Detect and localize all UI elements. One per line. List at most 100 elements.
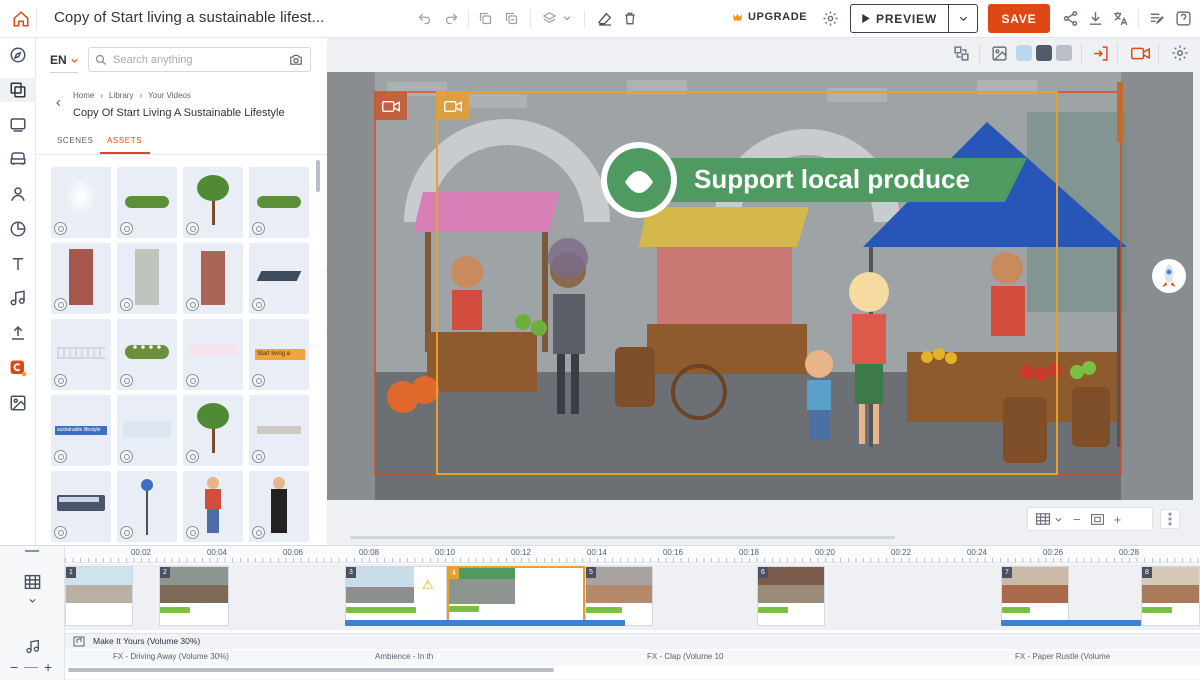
zoom-icon[interactable] [120,526,133,539]
asset-text-sustainable[interactable]: sustainable lifestyle [51,395,111,466]
asset-blue-panel[interactable] [117,395,177,466]
asset-building-gray[interactable] [117,243,177,314]
camera-icon[interactable] [444,100,462,113]
asset-pink-panel[interactable] [183,319,243,390]
zoom-icon[interactable] [252,298,265,311]
save-button[interactable]: SAVE [988,4,1050,33]
camera-icon[interactable] [289,53,303,66]
image-icon[interactable] [9,394,27,412]
timeline-ruler[interactable]: 00:02 00:04 00:06 00:08 00:10 00:12 00:1… [65,546,1200,563]
redo-icon[interactable] [444,11,459,26]
translate-icon[interactable] [1112,10,1129,27]
asset-flowers[interactable] [117,319,177,390]
warning-icon[interactable]: ⚠ [422,577,434,593]
zoom-in-icon[interactable]: + [1114,512,1122,527]
sfx-clip[interactable]: FX - Driving Away (Volume 30%) [113,652,353,661]
zoom-icon[interactable] [186,374,199,387]
zoom-icon[interactable] [186,526,199,539]
scene-clip[interactable]: 1 [65,566,133,626]
asset-tree[interactable] [183,167,243,238]
breadcrumb-home[interactable]: Home [73,91,94,100]
grid-icon[interactable] [1036,513,1050,525]
scenes-icon[interactable] [9,116,27,134]
camera-icon[interactable] [1131,46,1150,61]
project-title[interactable]: Copy of Start living a sustainable lifes… [54,9,324,26]
asset-character-boy[interactable] [183,471,243,542]
asset-bus-stop-sign[interactable] [117,471,177,542]
zoom-icon[interactable] [120,298,133,311]
sfx-clip[interactable]: FX - Paper Rustle (Volume [1015,652,1125,661]
zoom-icon[interactable] [252,222,265,235]
rocket-icon[interactable] [1151,258,1187,294]
undo-icon[interactable] [417,11,432,26]
chevron-down-icon[interactable] [1054,515,1063,524]
zoom-icon[interactable] [54,374,67,387]
zoom-icon[interactable] [252,450,265,463]
arrange-icon[interactable] [953,45,970,62]
breadcrumb-your-videos[interactable]: Your Videos [148,91,191,100]
zoom-icon[interactable] [54,450,67,463]
stage-horizontal-scrollbar[interactable] [350,536,895,539]
breadcrumb-library[interactable]: Library [109,91,133,100]
character-icon[interactable] [9,185,27,203]
zoom-icon[interactable] [54,298,67,311]
music-icon[interactable] [9,289,27,307]
sfx-clip[interactable]: Ambience - In th [375,652,455,661]
asset-character-woman[interactable] [249,471,309,542]
fit-screen-icon[interactable] [1090,513,1104,525]
background-image-icon[interactable] [991,45,1008,62]
compass-icon[interactable] [9,46,27,64]
color-swatch-dark-gray[interactable] [1036,45,1052,61]
scene-heading-text[interactable]: Support local produce [694,164,970,195]
asset-bush[interactable] [117,167,177,238]
zoom-icon[interactable] [252,526,265,539]
language-selector[interactable]: EN [50,53,79,67]
assets-icon[interactable] [9,81,27,99]
scene-clip[interactable]: 3 ⚠ [345,566,447,626]
color-swatch-light-blue[interactable] [1016,45,1032,61]
chart-icon[interactable] [9,220,27,238]
color-swatch-light-gray[interactable] [1056,45,1072,61]
chevron-down-icon[interactable] [562,13,572,23]
upload-icon[interactable] [9,324,27,342]
preview-button[interactable]: PREVIEW [850,4,978,33]
props-icon[interactable] [9,150,27,168]
settings-icon[interactable] [822,10,839,27]
scene-clip[interactable]: 7 [1001,566,1069,626]
transition-bar[interactable] [1001,620,1141,626]
back-chevron-icon[interactable] [54,98,63,108]
preview-options-chevron-icon[interactable] [949,5,977,32]
scene-clip[interactable]: 6 [757,566,825,626]
brand-kit-icon[interactable] [9,359,27,377]
zoom-icon[interactable] [186,450,199,463]
copy-icon[interactable] [478,11,493,26]
eraser-icon[interactable] [597,11,613,27]
tab-scenes[interactable]: SCENES [57,136,94,145]
exit-animation-icon[interactable] [1092,45,1109,62]
search-input[interactable] [113,53,283,66]
timeline-horizontal-scrollbar[interactable] [68,668,554,672]
settings-icon[interactable] [1171,44,1189,62]
zoom-icon[interactable] [120,222,133,235]
zoom-icon[interactable] [186,298,199,311]
asset-text-start-living[interactable]: Start living a [249,319,309,390]
asset-building-red[interactable] [183,243,243,314]
text-icon[interactable] [9,255,27,273]
drag-handle[interactable] [25,550,39,552]
share-icon[interactable] [1062,10,1079,27]
scene-clip[interactable]: 2 [159,566,229,626]
scene-clip[interactable]: 8 [1141,566,1200,626]
notes-icon[interactable] [1148,10,1165,27]
more-options-icon[interactable] [1160,509,1180,529]
scene-clip-active[interactable]: 4 [447,566,585,626]
asset-tree-2[interactable] [183,395,243,466]
asset-brick-wall[interactable] [249,395,309,466]
scene-canvas[interactable] [327,72,1193,500]
transition-bar[interactable] [345,620,625,626]
paste-icon[interactable] [504,11,519,26]
asset-fence[interactable] [51,319,111,390]
chevron-down-icon[interactable] [28,596,37,605]
zoom-icon[interactable] [54,222,67,235]
scene-clip[interactable]: 5 [585,566,653,626]
zoom-in-timeline-icon[interactable]: + [44,659,52,675]
